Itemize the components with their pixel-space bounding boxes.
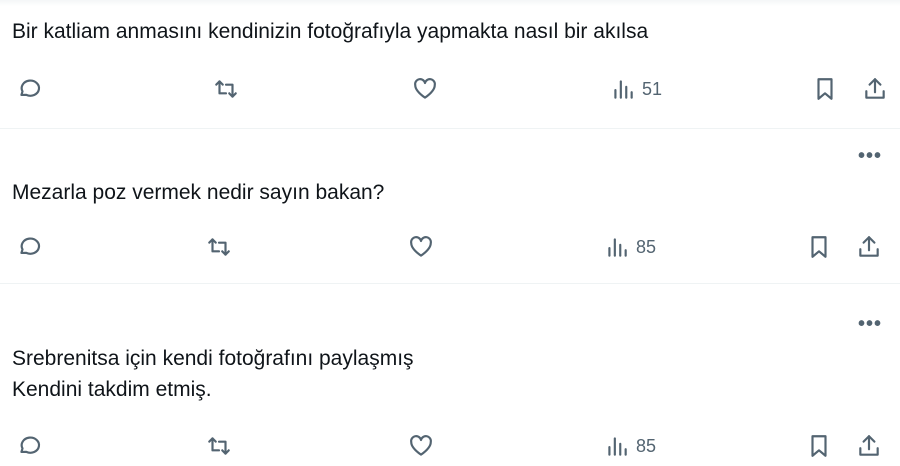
reply-icon: [20, 436, 41, 454]
reply-icon: [20, 79, 41, 97]
tweet-feed: Bir katliam anmasını kendinizin fotoğraf…: [0, 0, 900, 466]
reply-button[interactable]: [16, 74, 42, 104]
share-icon: [865, 78, 885, 99]
share-button[interactable]: [862, 74, 888, 104]
tweet-text: Mezarla poz vermek nedir sayın bakan?: [12, 181, 385, 204]
bookmark-icon: [811, 236, 827, 258]
bookmark-icon: [817, 78, 833, 100]
views-count: 85: [636, 435, 657, 456]
bookmark-icon: [811, 435, 827, 457]
retweet-icon: [208, 238, 230, 256]
views-icon: [608, 238, 627, 257]
bookmark-button[interactable]: [806, 431, 832, 461]
share-icon: [859, 435, 879, 456]
share-button[interactable]: [856, 431, 882, 461]
retweet-button[interactable]: [206, 232, 232, 262]
views-count: 85: [636, 236, 657, 257]
more-options-button[interactable]: •••: [858, 314, 882, 334]
like-button[interactable]: [408, 232, 434, 262]
tweet-action-bar: 51: [0, 74, 900, 104]
more-options-button[interactable]: •••: [858, 146, 882, 166]
retweet-button[interactable]: [206, 431, 232, 461]
tweet[interactable]: ••• Srebrenitsa için kendi fotoğrafını p…: [0, 283, 900, 466]
reply-button[interactable]: [16, 431, 42, 461]
tweet-action-bar: 85: [0, 431, 900, 461]
views-icon: [614, 80, 633, 99]
like-icon: [410, 435, 432, 456]
views-icon: [608, 437, 627, 456]
tweet-text: Srebrenitsa için kendi fotoğrafını payla…: [12, 347, 414, 401]
reply-icon: [20, 237, 41, 255]
like-button[interactable]: [412, 74, 438, 104]
tweet[interactable]: ••• Mezarla poz vermek nedir sayın bakan…: [0, 128, 900, 284]
share-button[interactable]: [856, 232, 882, 262]
views-count: 51: [642, 78, 663, 99]
reply-button[interactable]: [16, 232, 42, 262]
views-button[interactable]: 51: [610, 74, 662, 104]
bookmark-button[interactable]: [812, 74, 838, 104]
tweet-action-bar: 85: [0, 232, 900, 262]
retweet-icon: [208, 437, 230, 455]
share-icon: [859, 236, 879, 257]
views-button[interactable]: 85: [604, 232, 656, 262]
bookmark-button[interactable]: [806, 232, 832, 262]
tweet-text: Bir katliam anmasını kendinizin fotoğraf…: [12, 20, 649, 43]
like-icon: [414, 78, 436, 99]
views-button[interactable]: 85: [604, 431, 656, 461]
like-icon: [410, 236, 432, 257]
retweet-button[interactable]: [213, 74, 239, 104]
retweet-icon: [215, 80, 237, 98]
like-button[interactable]: [408, 431, 434, 461]
